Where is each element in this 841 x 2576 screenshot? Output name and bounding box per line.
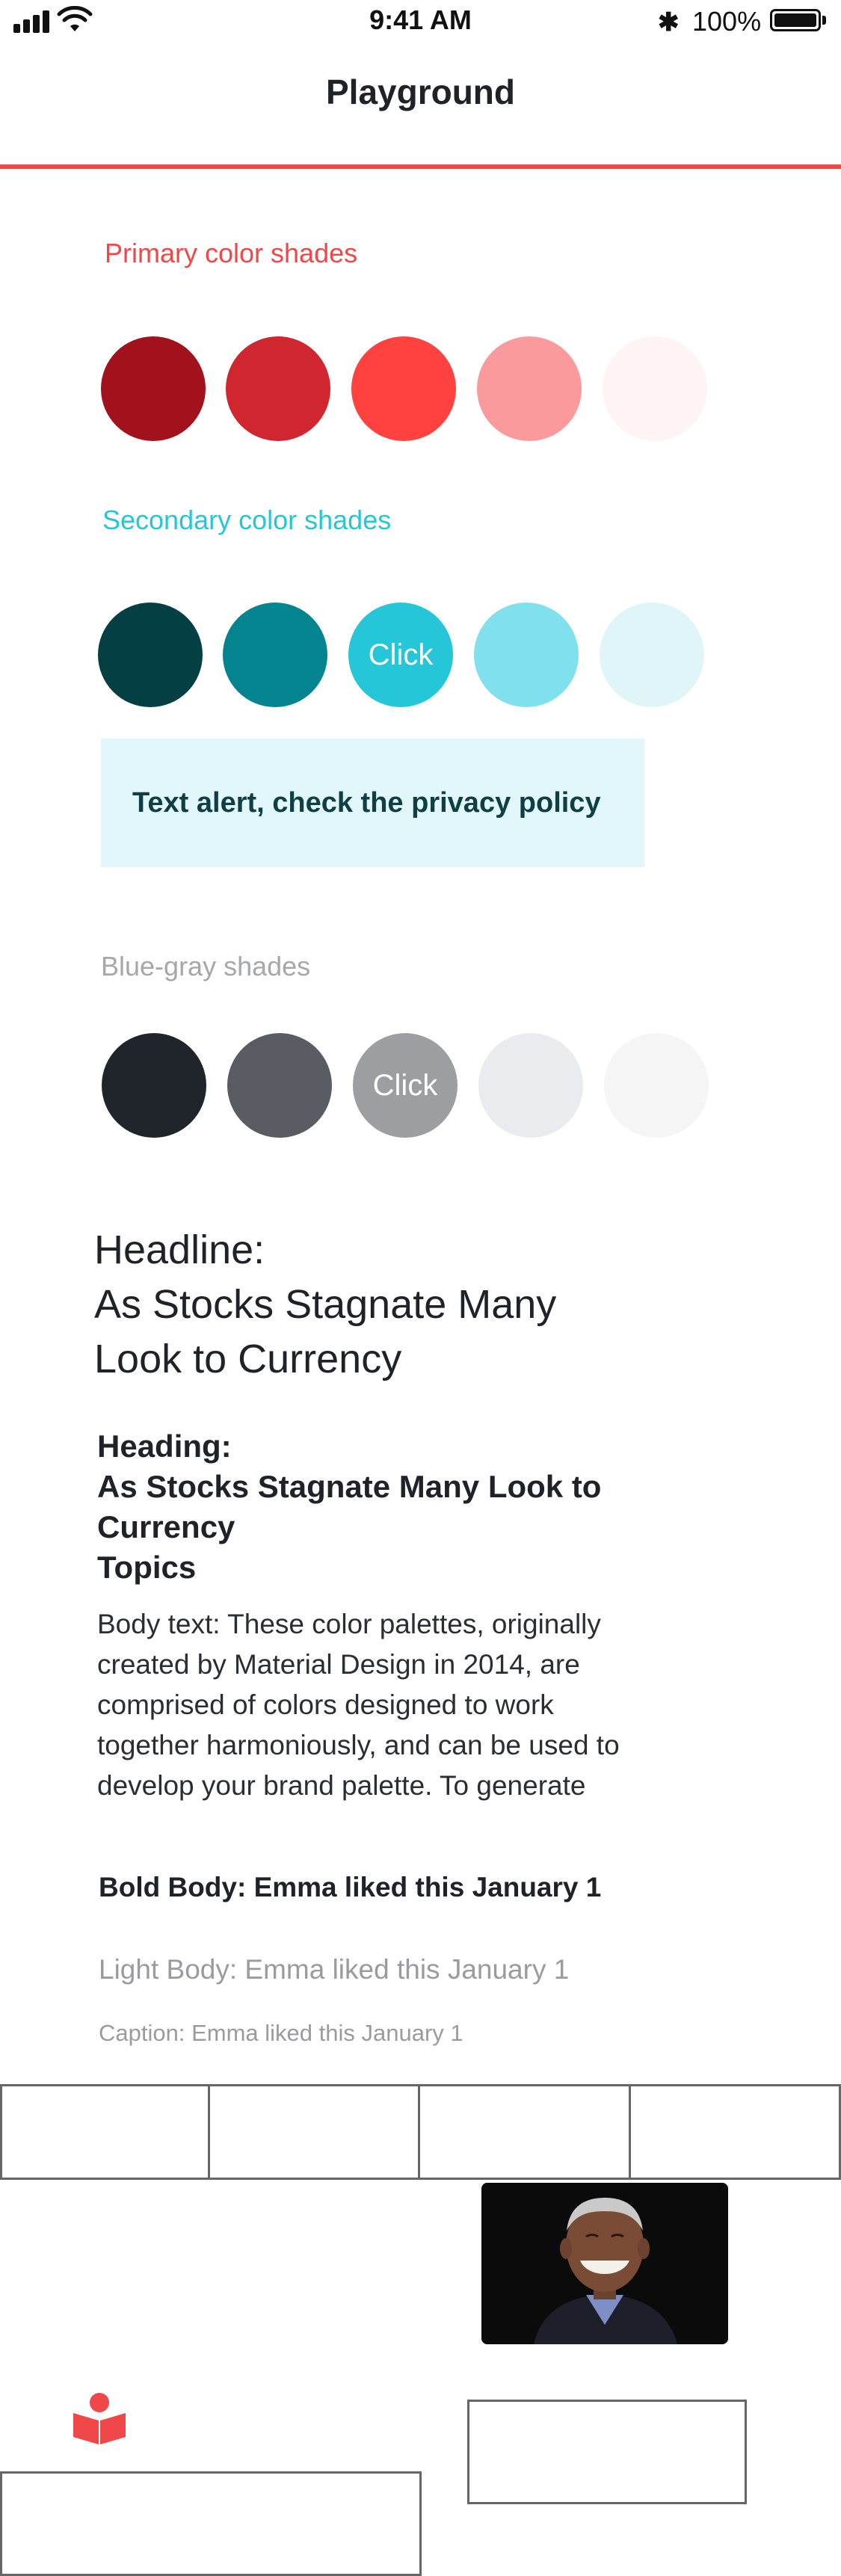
- battery-percentage: 100%: [692, 6, 762, 37]
- body-line: comprised of colors designed to work: [97, 1689, 554, 1720]
- body-line: Body text: These color palettes, origina…: [97, 1609, 601, 1639]
- caption-text: Caption: Emma liked this January 1: [99, 2020, 463, 2046]
- primary-swatch-4[interactable]: [477, 336, 582, 441]
- grid-cell-4[interactable]: [629, 2084, 841, 2180]
- portrait-photo: [481, 2183, 728, 2344]
- body-line: created by Material Design in 2014, are: [97, 1649, 580, 1680]
- headline-line: As Stocks Stagnate Many: [94, 1282, 557, 1327]
- headline-line: Look to Currency: [94, 1337, 402, 1381]
- primary-swatch-2[interactable]: [226, 336, 330, 441]
- secondary-shades-label: Secondary color shades: [102, 505, 392, 535]
- secondary-click-button[interactable]: Click: [348, 603, 453, 707]
- light-body-text: Light Body: Emma liked this January 1: [99, 1954, 570, 1985]
- secondary-swatch-2[interactable]: [223, 603, 327, 707]
- heading-line: Heading:: [97, 1429, 232, 1464]
- bluegray-swatch-1[interactable]: [102, 1033, 206, 1138]
- secondary-swatch-1[interactable]: [98, 603, 203, 707]
- heading-line: Currency: [97, 1509, 235, 1544]
- primary-swatch-5[interactable]: [603, 336, 707, 441]
- grid-cell-1[interactable]: [0, 2084, 210, 2180]
- heading-line: As Stocks Stagnate Many Look to: [97, 1469, 602, 1504]
- battery-icon: [770, 9, 821, 31]
- bluetooth-icon: ✱: [658, 8, 680, 37]
- primary-shades-label: Primary color shades: [105, 238, 358, 268]
- grid-cell-2[interactable]: [208, 2084, 420, 2180]
- text-alert[interactable]: Text alert, check the privacy policy: [101, 739, 644, 867]
- page-title: Playground: [325, 73, 516, 111]
- alert-text: Text alert, check the privacy policy: [132, 786, 601, 819]
- body-line: develop your brand palette. To generate: [97, 1770, 586, 1801]
- headline-text: Headline: As Stocks Stagnate Many Look t…: [94, 1223, 767, 1387]
- secondary-swatch-5[interactable]: [600, 603, 704, 707]
- nav-divider: [0, 164, 841, 169]
- bluegray-shades-label: Blue-gray shades: [101, 951, 311, 982]
- bluegray-click-button[interactable]: Click: [353, 1033, 458, 1138]
- bluegray-swatch-2[interactable]: [227, 1033, 332, 1138]
- outline-box[interactable]: [467, 2400, 747, 2504]
- outline-box-bottom[interactable]: [0, 2471, 422, 2576]
- primary-swatch-1[interactable]: [101, 336, 206, 441]
- book-reader-icon[interactable]: [72, 2391, 127, 2444]
- bluegray-swatch-5[interactable]: [604, 1033, 709, 1138]
- grid-cell-3[interactable]: [418, 2084, 631, 2180]
- headline-line: Headline:: [94, 1227, 265, 1272]
- secondary-swatch-4[interactable]: [474, 603, 579, 707]
- body-text: Body text: These color palettes, origina…: [97, 1604, 755, 1806]
- primary-swatch-3[interactable]: [351, 336, 456, 441]
- heading-text: Heading: As Stocks Stagnate Many Look to…: [97, 1426, 755, 1588]
- bold-body-text: Bold Body: Emma liked this January 1: [99, 1872, 602, 1902]
- battery-nub: [822, 16, 826, 25]
- heading-line: Topics: [97, 1550, 197, 1585]
- body-line: together harmoniously, and can be used t…: [97, 1730, 620, 1760]
- bluegray-swatch-4[interactable]: [478, 1033, 583, 1138]
